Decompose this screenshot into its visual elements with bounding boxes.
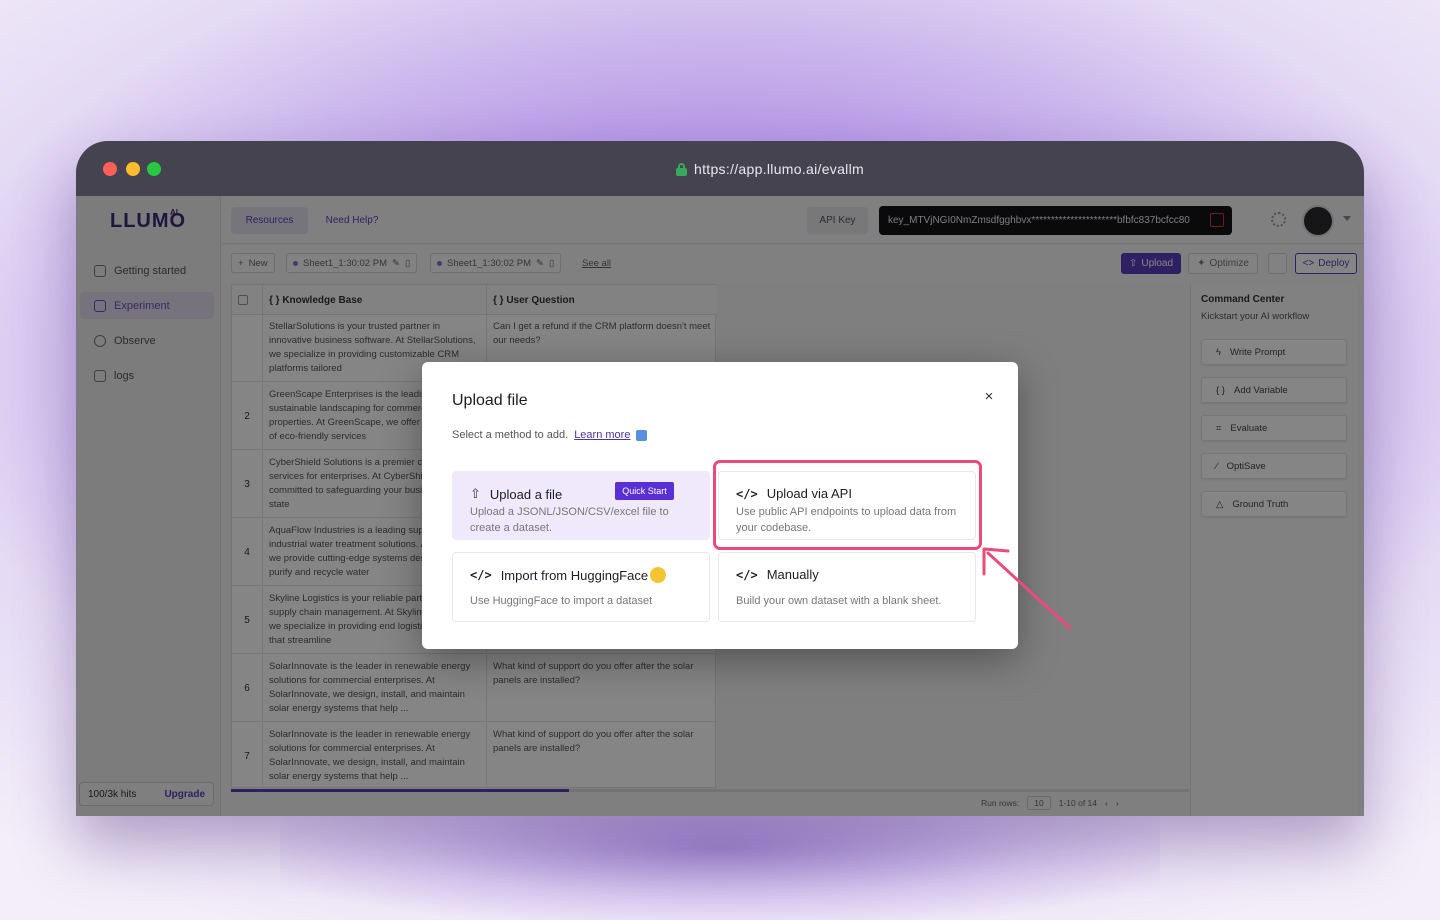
huggingface-emoji-icon <box>650 567 667 583</box>
import-from-huggingface-option[interactable]: </> Import from HuggingFace Use HuggingF… <box>452 552 710 622</box>
lock-icon <box>676 162 687 176</box>
upload-icon: ⇧ <box>470 486 481 501</box>
option-header: </> Manually <box>736 567 819 582</box>
option-title: Manually <box>766 567 819 582</box>
external-link-icon[interactable] <box>636 429 648 441</box>
option-title: Upload a file <box>489 486 563 502</box>
close-icon[interactable]: × <box>981 389 997 405</box>
option-header: </> Import from HuggingFace <box>470 567 667 583</box>
code-icon: </> <box>470 568 492 582</box>
background-glow <box>280 800 1160 920</box>
option-description: Build your own dataset with a blank shee… <box>736 595 942 607</box>
highlight-box <box>713 460 982 550</box>
maximize-window-button[interactable] <box>147 162 161 176</box>
url-text: https://app.llumo.ai/evallm <box>694 161 864 177</box>
minimize-window-button[interactable] <box>126 162 140 176</box>
address-bar[interactable]: https://app.llumo.ai/evallm <box>676 159 864 179</box>
code-icon: </> <box>736 567 758 582</box>
option-description: Use HuggingFace to import a dataset <box>470 595 653 607</box>
modal-subtitle-text: Select a method to add. <box>452 429 569 441</box>
quick-start-badge: Quick Start <box>615 482 674 500</box>
modal-subtitle: Select a method to add. Learn more <box>452 429 648 441</box>
option-header: ⇧ Upload a file <box>470 486 562 502</box>
learn-more-link[interactable]: Learn more <box>574 429 630 441</box>
option-description: Upload a JSONL/JSON/CSV/excel file to cr… <box>470 506 669 534</box>
option-title: Import from HuggingFace <box>500 567 649 583</box>
manually-option[interactable]: </> Manually Build your own dataset with… <box>718 552 976 622</box>
modal-title: Upload file <box>452 392 528 409</box>
close-window-button[interactable] <box>103 162 117 176</box>
browser-titlebar: https://app.llumo.ai/evallm <box>76 141 1364 196</box>
upload-a-file-option[interactable]: ⇧ Upload a file Quick Start Upload a JSO… <box>452 471 710 540</box>
